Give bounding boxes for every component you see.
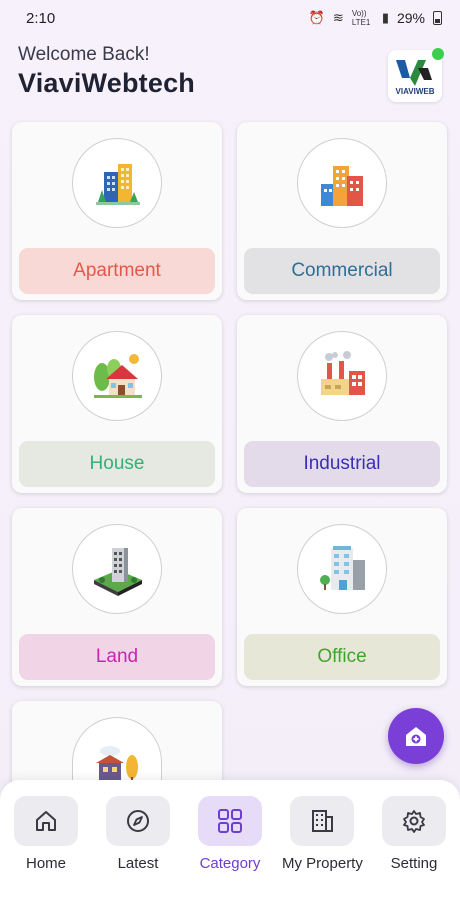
app-logo[interactable]: VIAVIWEB: [388, 48, 444, 102]
bottom-navigation: Home Latest Category My Property Setting: [0, 780, 460, 900]
category-icon-circle: [72, 138, 162, 228]
nav-icon-bg: [14, 796, 78, 846]
category-card-house[interactable]: House: [12, 315, 222, 493]
nav-label: Setting: [390, 855, 438, 872]
home-icon: [36, 811, 56, 831]
wifi-icon: ≋: [332, 10, 344, 25]
category-icon-circle: [72, 524, 162, 614]
network-label: Vo)) LTE1: [351, 9, 371, 27]
signal-icon: ▮: [381, 10, 389, 25]
gear-icon: [403, 810, 425, 833]
status-icons: ⏰ ≋ Vo)) LTE1 ▮ 29%: [309, 9, 442, 27]
category-card-office[interactable]: Office: [237, 508, 447, 686]
category-icon-circle: [72, 331, 162, 421]
nav-label: Latest: [117, 855, 159, 872]
status-time: 2:10: [26, 9, 56, 27]
category-card-apartment[interactable]: Apartment: [12, 122, 222, 300]
nav-label: My Property: [282, 855, 363, 872]
header: Welcome Back! ViaviWebtech VIAVIWEB: [18, 44, 444, 106]
commercial-buildings-icon: [321, 166, 363, 206]
category-icon-circle: [297, 331, 387, 421]
nav-home[interactable]: Home: [6, 796, 86, 888]
category-label: Industrial: [244, 441, 440, 487]
battery-percent: 29%: [396, 10, 425, 26]
apartment-building-icon: [96, 164, 140, 205]
nav-icon-bg: [106, 796, 170, 846]
category-label: Office: [244, 634, 440, 680]
category-label: Apartment: [19, 248, 215, 294]
add-property-button[interactable]: [388, 708, 444, 764]
alarm-icon: ⏰: [308, 10, 325, 25]
category-icon-circle: [297, 524, 387, 614]
category-label: House: [19, 441, 215, 487]
office-building-icon: [320, 546, 365, 590]
category-icon-circle: [297, 138, 387, 228]
category-card-industrial[interactable]: Industrial: [237, 315, 447, 493]
category-card-land[interactable]: Land: [12, 508, 222, 686]
nav-label: Home: [25, 855, 66, 872]
nav-icon-bg: [198, 796, 262, 846]
house-icon: [94, 354, 142, 398]
compass-icon: [127, 810, 149, 832]
logo-text: VIAVIWEB: [396, 87, 435, 96]
nav-label: Category: [199, 855, 261, 872]
welcome-text: Welcome Back!: [18, 44, 150, 65]
land-plot-icon: [94, 548, 142, 596]
status-bar: 2:10 ⏰ ≋ Vo)) LTE1 ▮ 29%: [0, 0, 460, 36]
nav-my-property[interactable]: My Property: [282, 796, 363, 888]
category-label: Land: [19, 634, 215, 680]
nav-icon-bg: [382, 796, 446, 846]
battery-icon: [433, 11, 442, 25]
add-home-icon: [406, 727, 426, 746]
grid-icon: [218, 809, 242, 833]
category-card-commercial[interactable]: Commercial: [237, 122, 447, 300]
brand-title: ViaviWebtech: [18, 68, 195, 98]
category-label: Commercial: [244, 248, 440, 294]
online-dot: [432, 48, 444, 60]
category-card-villa[interactable]: [12, 701, 222, 791]
factory-icon: [321, 351, 365, 395]
nav-category[interactable]: Category: [190, 796, 270, 888]
building-icon: [312, 810, 333, 832]
nav-setting[interactable]: Setting: [374, 796, 454, 888]
nav-latest[interactable]: Latest: [98, 796, 178, 888]
nav-icon-bg: [290, 796, 354, 846]
